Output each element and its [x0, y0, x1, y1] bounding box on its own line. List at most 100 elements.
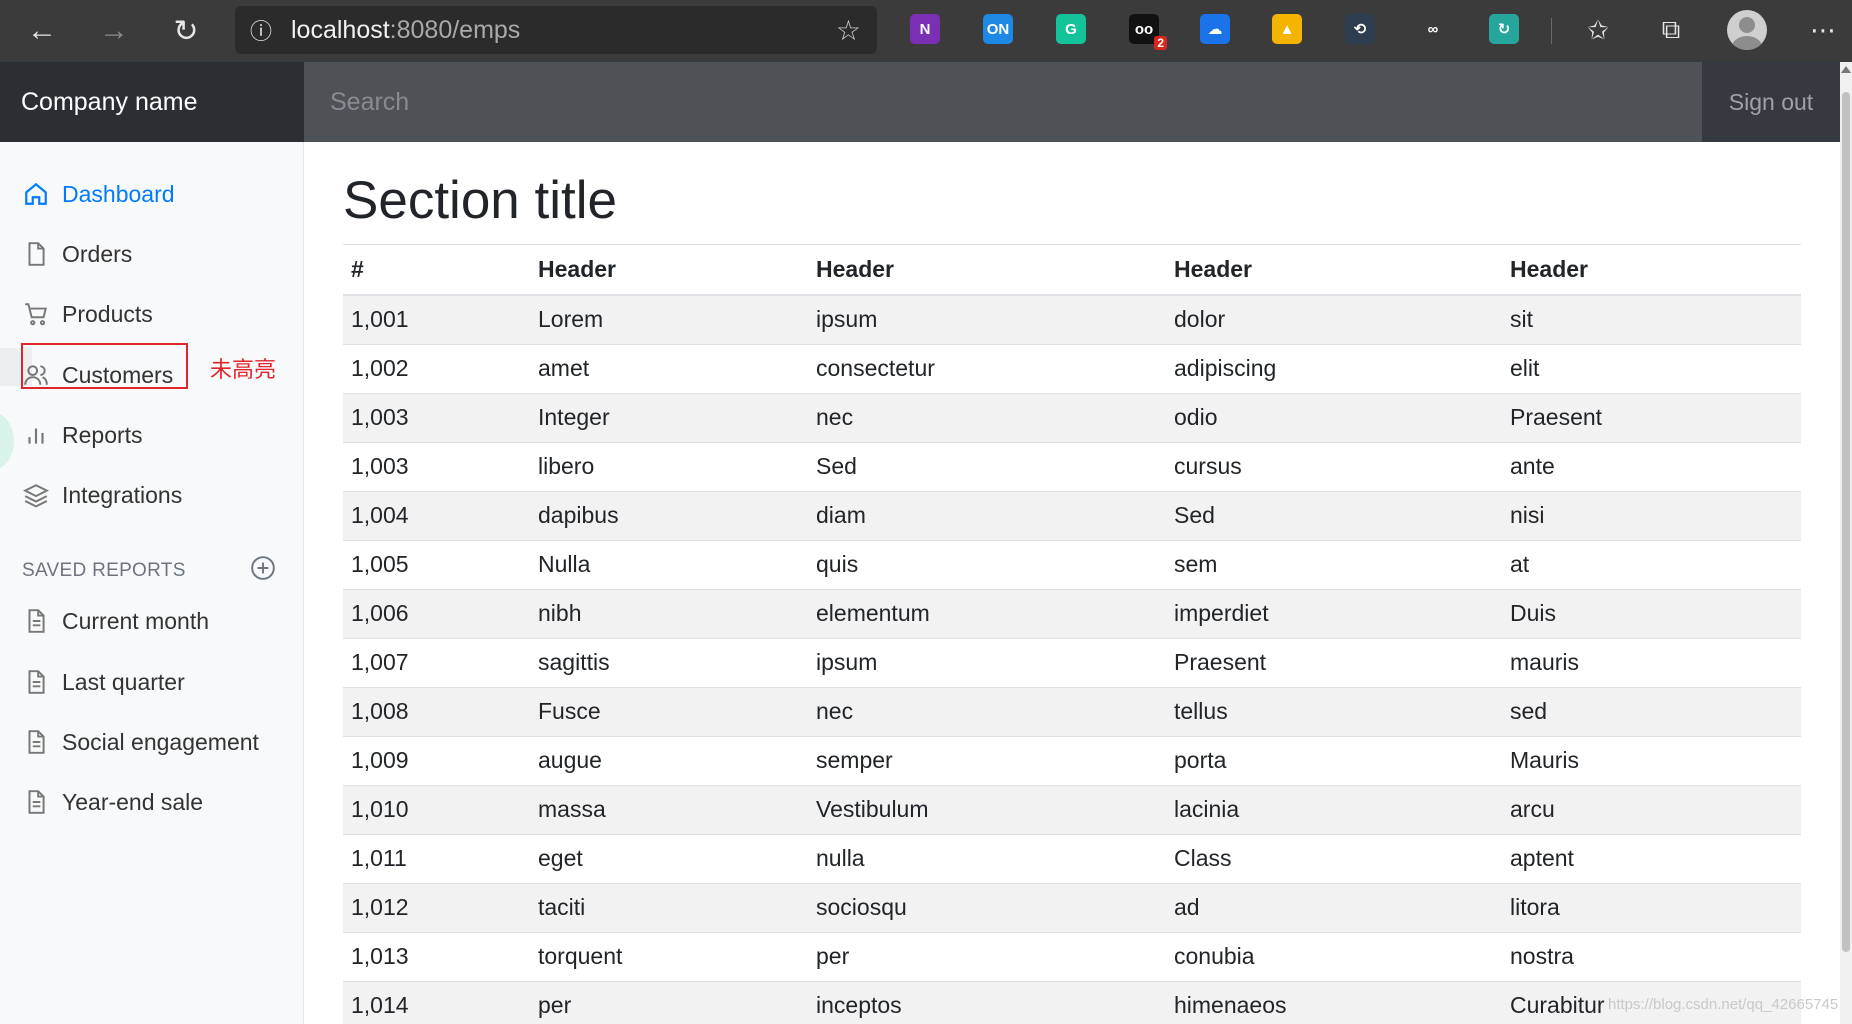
- collections-icon[interactable]: ⧉: [1653, 12, 1689, 48]
- table-cell: sed: [1502, 686, 1801, 736]
- toolbar-divider: [1551, 18, 1552, 44]
- add-report-icon[interactable]: [250, 555, 276, 581]
- scroll-thumb[interactable]: [1842, 92, 1850, 952]
- link-icon[interactable]: ⟲: [1345, 14, 1375, 44]
- address-bar[interactable]: ⓘ localhost:8080/emps ☆: [235, 6, 877, 54]
- table-cell: 1,009: [343, 735, 530, 785]
- saved-item-label: Last quarter: [62, 668, 185, 695]
- table-cell: 1,005: [343, 539, 530, 589]
- sidebar-item-dashboard[interactable]: Dashboard: [20, 172, 175, 216]
- table-row: 1,006 nibh elementum imperdiet Duis: [343, 588, 1801, 638]
- url-text[interactable]: localhost:8080/emps: [291, 16, 520, 45]
- brand[interactable]: Company name: [0, 62, 304, 142]
- table-row: 1,013 torquent per conubia nostra: [343, 931, 1801, 981]
- sidebar-item-products[interactable]: Products: [20, 292, 153, 336]
- onetab-icon[interactable]: ON: [983, 14, 1013, 44]
- table-cell: nibh: [530, 588, 808, 638]
- table-cell: per: [530, 980, 808, 1024]
- cloud-icon[interactable]: ☁: [1200, 14, 1230, 44]
- chain-icon[interactable]: ∞: [1418, 14, 1448, 44]
- url-host: localhost: [291, 15, 390, 44]
- info-icon[interactable]: ⓘ: [235, 14, 287, 46]
- saved-item-last-quarter[interactable]: Last quarter: [20, 660, 185, 704]
- extension-label: ▲: [1279, 20, 1295, 38]
- table-cell: Fusce: [530, 686, 808, 736]
- table-cell: Class: [1166, 833, 1502, 883]
- table-cell: adipiscing: [1166, 343, 1502, 393]
- grammarly-icon[interactable]: G: [1056, 14, 1086, 44]
- table-row: 1,014 per inceptos himenaeos Curabitur: [343, 980, 1801, 1024]
- file-text-icon: [20, 666, 52, 698]
- favorite-star-icon[interactable]: ☆: [836, 14, 861, 47]
- back-icon[interactable]: ←: [14, 6, 70, 56]
- table-cell: dapibus: [530, 490, 808, 540]
- table-cell: nostra: [1502, 931, 1801, 981]
- saved-item-current-month[interactable]: Current month: [20, 599, 209, 643]
- table-cell: torquent: [530, 931, 808, 981]
- more-menu-icon[interactable]: ⋯: [1805, 12, 1841, 48]
- ext-badge-icon[interactable]: oo 2: [1129, 14, 1167, 50]
- table-row: 1,009 augue semper porta Mauris: [343, 735, 1801, 785]
- table-row: 1,005 Nulla quis sem at: [343, 539, 1801, 589]
- table-row: 1,011 eget nulla Class aptent: [343, 833, 1801, 883]
- sidebar-item-label: Products: [62, 300, 153, 327]
- table-row: 1,003 Integer nec odio Praesent: [343, 392, 1801, 442]
- table-cell: 1,007: [343, 637, 530, 687]
- table-cell: 1,013: [343, 931, 530, 981]
- search-input[interactable]: [304, 62, 1702, 142]
- table-cell: 1,002: [343, 343, 530, 393]
- sidebar-item-integrations[interactable]: Integrations: [20, 473, 182, 517]
- forward-icon[interactable]: →: [86, 6, 142, 56]
- table-cell: elit: [1502, 343, 1801, 393]
- scroll-up-icon[interactable]: [1841, 66, 1851, 73]
- onenote-icon[interactable]: N: [910, 14, 940, 44]
- file-text-icon: [20, 726, 52, 758]
- table-cell: cursus: [1166, 441, 1502, 491]
- refresh-icon[interactable]: ↻: [158, 6, 214, 56]
- table-row: 1,012 taciti sociosqu ad litora: [343, 882, 1801, 932]
- side-floating-circle: [0, 412, 14, 470]
- favorites-icon[interactable]: ✩: [1580, 12, 1616, 48]
- table-cell: Praesent: [1166, 637, 1502, 687]
- table-cell: elementum: [808, 588, 1166, 638]
- extension-label: N: [919, 20, 931, 38]
- table-row: 1,003 libero Sed cursus ante: [343, 441, 1801, 491]
- extension-label: ☁: [1207, 21, 1223, 38]
- table-cell: 1,003: [343, 392, 530, 442]
- sync-icon[interactable]: ↻: [1489, 14, 1519, 44]
- file-text-icon: [20, 605, 52, 637]
- sidebar-item-orders[interactable]: Orders: [20, 232, 132, 276]
- saved-item-year-end-sale[interactable]: Year-end sale: [20, 780, 203, 824]
- table-cell: ipsum: [808, 294, 1166, 344]
- scrollbar[interactable]: [1840, 62, 1852, 1024]
- sidebar-item-label: Dashboard: [62, 180, 175, 207]
- table-cell: quis: [808, 539, 1166, 589]
- table-row: 1,007 sagittis ipsum Praesent mauris: [343, 637, 1801, 687]
- table-cell: Vestibulum: [808, 784, 1166, 834]
- sidebar-item-label: Integrations: [62, 481, 183, 508]
- table-cell: eget: [530, 833, 808, 883]
- table-cell: 1,003: [343, 441, 530, 491]
- table-header-cell: Header: [1166, 245, 1502, 296]
- table-cell: sagittis: [530, 637, 808, 687]
- table-cell: Sed: [1166, 490, 1502, 540]
- customers-highlight-box: [21, 343, 188, 389]
- table-row: 1,004 dapibus diam Sed nisi: [343, 490, 1801, 540]
- table-cell: per: [808, 931, 1166, 981]
- drive-icon[interactable]: ▲: [1272, 14, 1302, 44]
- table-cell: sem: [1166, 539, 1502, 589]
- table-cell: sit: [1502, 294, 1801, 344]
- profile-avatar[interactable]: [1727, 10, 1767, 50]
- table-header-cell: Header: [808, 245, 1166, 296]
- sign-out-link[interactable]: Sign out: [1702, 62, 1840, 142]
- table-cell: Nulla: [530, 539, 808, 589]
- table-row: 1,001 Lorem ipsum dolor sit: [343, 294, 1801, 344]
- table-cell: 1,014: [343, 980, 530, 1024]
- section-title: Section title: [343, 171, 617, 230]
- sidebar-item-reports[interactable]: Reports: [20, 413, 143, 457]
- app-navbar: Company name Sign out: [0, 62, 1840, 142]
- table-cell: libero: [530, 441, 808, 491]
- sidebar-item-label: Orders: [62, 240, 133, 267]
- table-cell: Integer: [530, 392, 808, 442]
- saved-item-social-engagement[interactable]: Social engagement: [20, 720, 259, 764]
